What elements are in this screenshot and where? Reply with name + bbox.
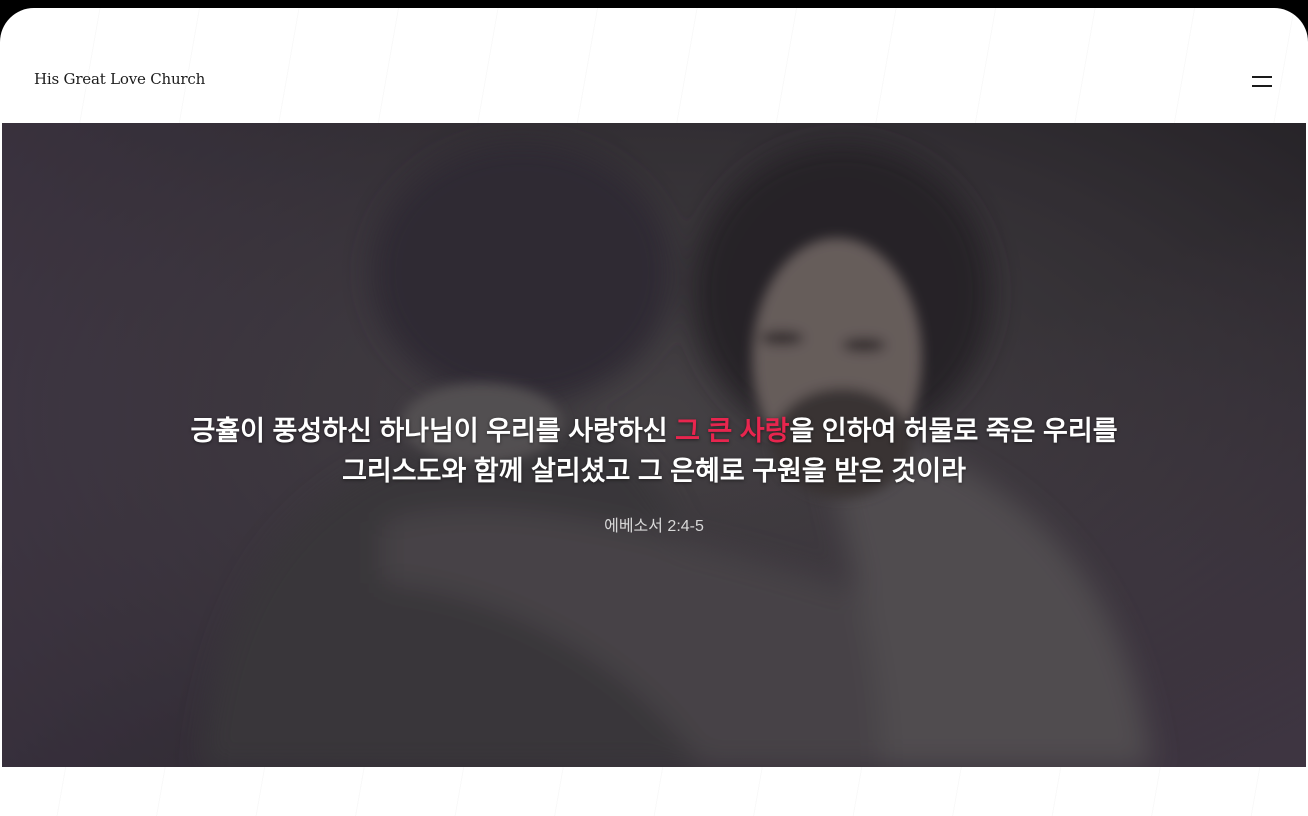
hero-section: 긍휼이 풍성하신 하나님이 우리를 사랑하신 그 큰 사랑을 인하여 허물로 죽… [2,123,1306,767]
page-frame: His Great Love Church 긍휼이 풍성하신 하나님이 우리를 … [0,8,1308,816]
verse-line-1: 긍휼이 풍성하신 하나님이 우리를 사랑하신 그 큰 사랑을 인하여 허물로 죽… [2,411,1306,451]
site-header: His Great Love Church [0,8,1308,123]
verse-line-1-start: 긍휼이 풍성하신 하나님이 우리를 사랑하신 [190,416,676,446]
verse-line-1-end: 을 인하여 허물로 죽은 우리를 [789,416,1118,446]
verse-highlight: 그 큰 사랑 [675,416,790,446]
verse-reference: 에베소서 2:4-5 [604,518,704,535]
hamburger-menu-icon-bar [1252,85,1272,87]
menu-button[interactable] [1246,70,1278,94]
hamburger-menu-icon [1252,76,1272,78]
bible-verse: 긍휼이 풍성하신 하나님이 우리를 사랑하신 그 큰 사랑을 인하여 허물로 죽… [2,411,1306,491]
verse-line-2: 그리스도와 함께 살리셨고 그 은혜로 구원을 받은 것이라 [342,456,966,486]
site-logo[interactable]: His Great Love Church [34,70,205,88]
